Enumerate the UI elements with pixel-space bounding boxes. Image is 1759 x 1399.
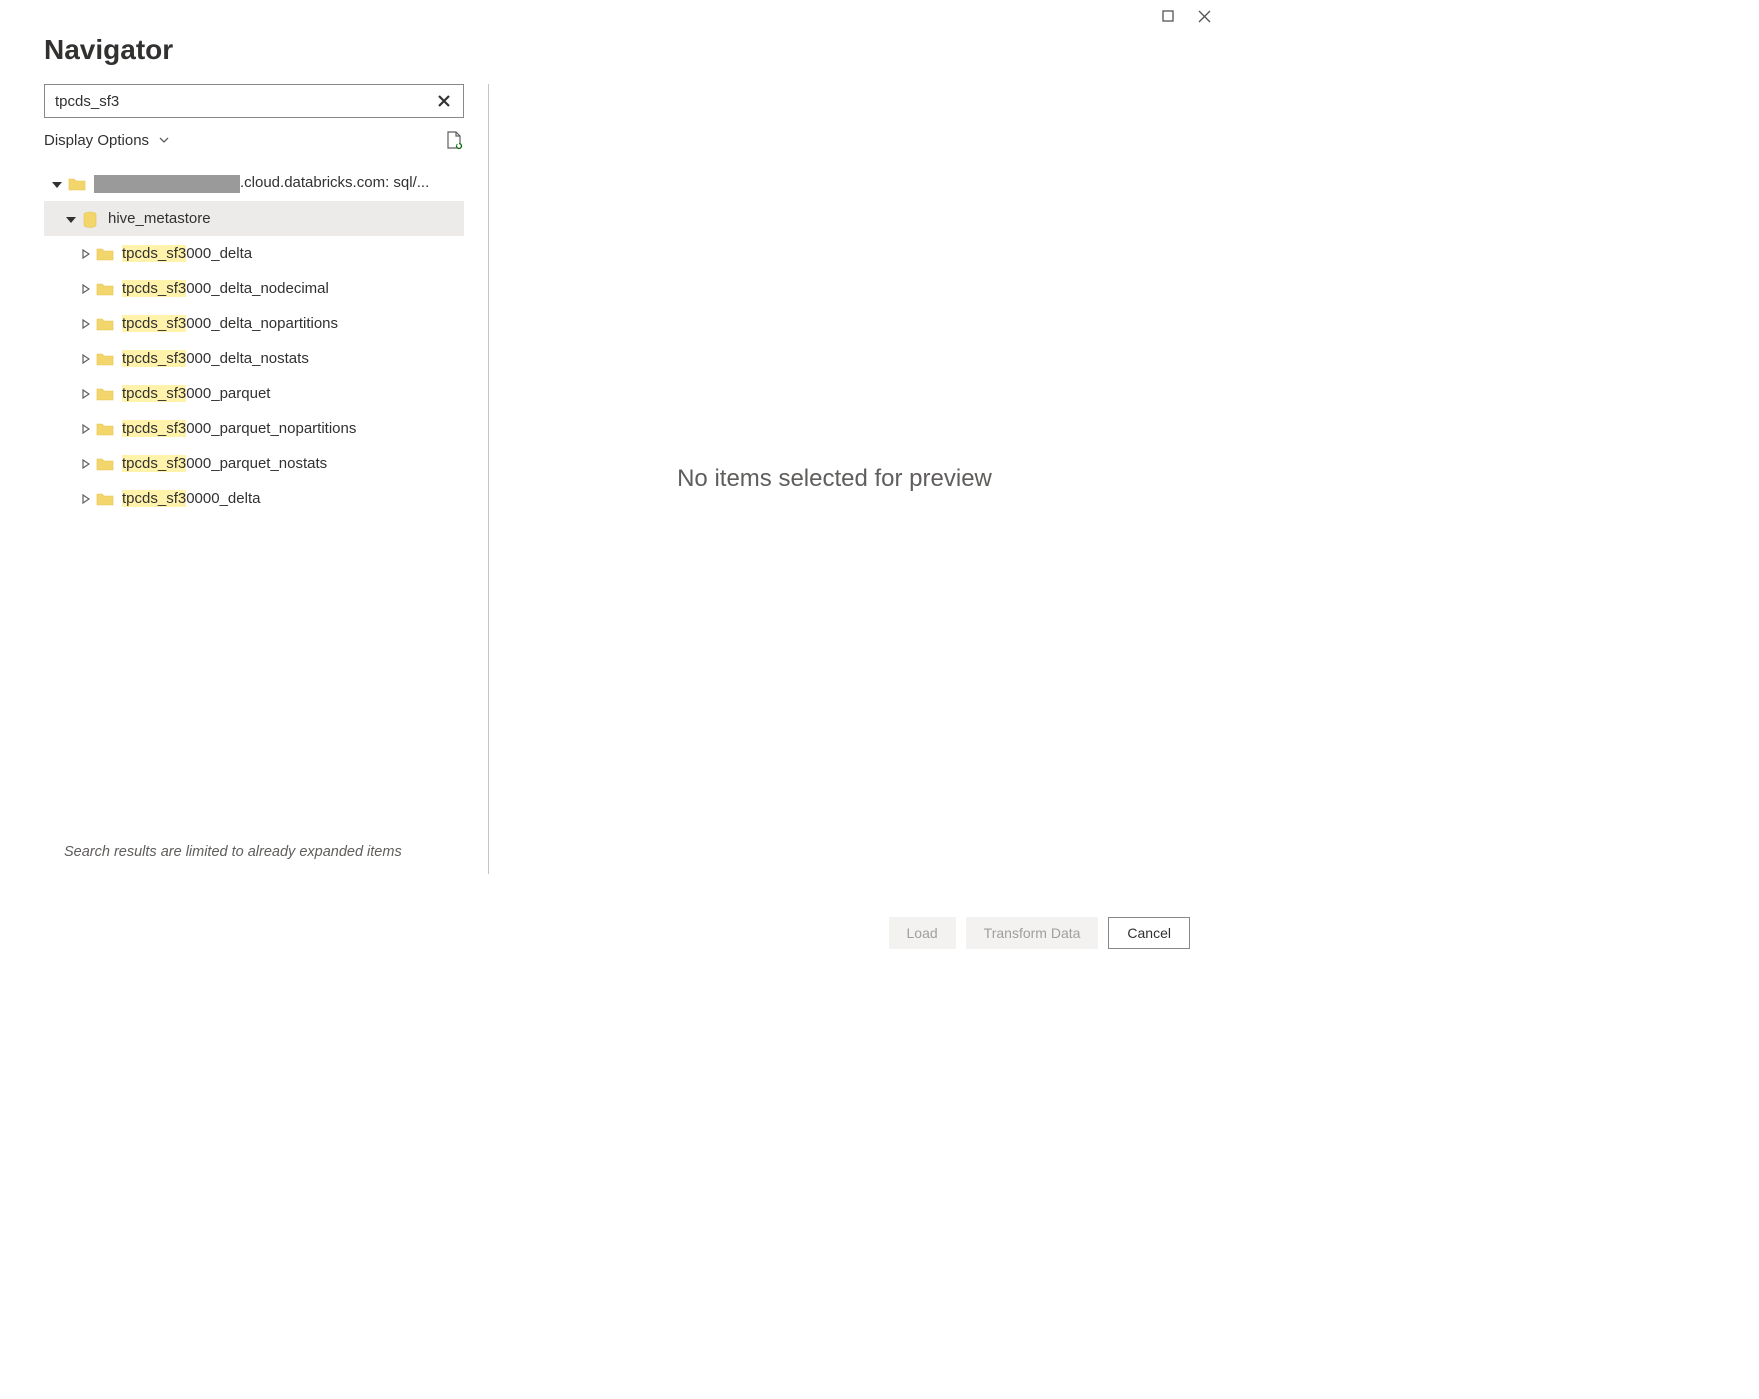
tree-schema-label: tpcds_sf3000_parquet_nostats — [122, 455, 327, 472]
folder-icon — [68, 176, 86, 192]
tree-schema-label: tpcds_sf3000_delta_nopartitions — [122, 315, 338, 332]
tree-schema-node[interactable]: tpcds_sf30000_delta — [44, 481, 464, 516]
folder-icon — [96, 456, 114, 472]
tree-schema-label: tpcds_sf3000_delta — [122, 245, 252, 262]
transform-data-button: Transform Data — [966, 917, 1099, 949]
expand-icon[interactable] — [78, 387, 92, 401]
preview-empty-message: No items selected for preview — [677, 465, 992, 493]
refresh-button[interactable] — [444, 130, 464, 150]
tree-schema-node[interactable]: tpcds_sf3000_parquet — [44, 376, 464, 411]
search-input[interactable] — [44, 84, 464, 118]
collapse-icon[interactable] — [50, 177, 64, 191]
expand-icon[interactable] — [78, 352, 92, 366]
display-options-label: Display Options — [44, 132, 149, 149]
preview-panel: No items selected for preview — [489, 84, 1180, 874]
close-window-button[interactable] — [1194, 6, 1214, 26]
tree-schema-label: tpcds_sf3000_parquet — [122, 385, 270, 402]
tree-schema-node[interactable]: tpcds_sf3000_parquet_nostats — [44, 446, 464, 481]
redacted-host — [94, 175, 240, 193]
search-hint: Search results are limited to already ex… — [44, 838, 464, 874]
expand-icon[interactable] — [78, 492, 92, 506]
tree-root-label: .cloud.databricks.com: sql/... — [94, 174, 429, 192]
folder-icon — [96, 491, 114, 507]
chevron-down-icon — [159, 137, 169, 143]
expand-icon[interactable] — [78, 247, 92, 261]
tree-schema-node[interactable]: tpcds_sf3000_delta — [44, 236, 464, 271]
folder-icon — [96, 246, 114, 262]
tree-schema-label: tpcds_sf3000_delta_nostats — [122, 350, 309, 367]
expand-icon[interactable] — [78, 282, 92, 296]
maximize-button[interactable] — [1158, 6, 1178, 26]
tree-metastore-node[interactable]: hive_metastore — [44, 201, 464, 236]
tree-metastore-label: hive_metastore — [108, 210, 211, 227]
tree-schema-node[interactable]: tpcds_sf3000_delta_nostats — [44, 341, 464, 376]
display-options-dropdown[interactable]: Display Options — [44, 132, 169, 149]
tree-schema-node[interactable]: tpcds_sf3000_parquet_nopartitions — [44, 411, 464, 446]
tree-schema-node[interactable]: tpcds_sf3000_delta_nopartitions — [44, 306, 464, 341]
expand-icon[interactable] — [78, 317, 92, 331]
page-refresh-icon — [445, 130, 463, 150]
collapse-icon[interactable] — [64, 212, 78, 226]
tree-schema-label: tpcds_sf3000_parquet_nopartitions — [122, 420, 356, 437]
folder-icon — [96, 421, 114, 437]
database-icon — [82, 211, 100, 227]
clear-search-button[interactable] — [430, 84, 458, 118]
tree-root-node[interactable]: .cloud.databricks.com: sql/... — [44, 166, 464, 201]
folder-icon — [96, 386, 114, 402]
cancel-button[interactable]: Cancel — [1108, 917, 1190, 949]
expand-icon[interactable] — [78, 422, 92, 436]
folder-icon — [96, 316, 114, 332]
dialog-title: Navigator — [44, 34, 1180, 66]
load-button: Load — [889, 917, 956, 949]
tree-schema-label: tpcds_sf3000_delta_nodecimal — [122, 280, 329, 297]
expand-icon[interactable] — [78, 457, 92, 471]
folder-icon — [96, 351, 114, 367]
folder-icon — [96, 281, 114, 297]
tree-schema-node[interactable]: tpcds_sf3000_delta_nodecimal — [44, 271, 464, 306]
navigator-tree[interactable]: .cloud.databricks.com: sql/... hive_meta… — [44, 166, 464, 838]
tree-schema-label: tpcds_sf30000_delta — [122, 490, 260, 507]
